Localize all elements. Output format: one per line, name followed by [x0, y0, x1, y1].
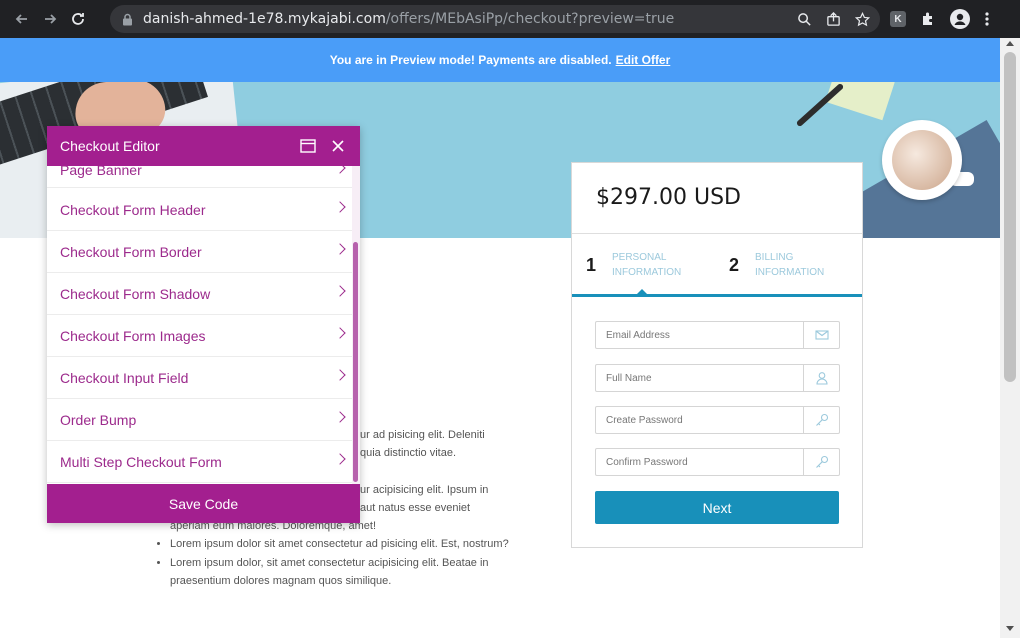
- step-label: BILLING INFORMATION: [755, 252, 825, 278]
- key-icon: [803, 449, 839, 475]
- editor-item-order-bump[interactable]: Order Bump: [47, 399, 352, 441]
- chevron-right-icon: [334, 327, 346, 339]
- browser-menu-icon[interactable]: [984, 11, 990, 27]
- step-number: 2: [729, 254, 740, 275]
- lock-icon: [123, 13, 132, 25]
- checkout-form: $297.00 USD 1 PERSONAL INFORMATION 2 BILL…: [571, 162, 863, 548]
- share-icon[interactable]: [826, 11, 841, 27]
- editor-item-label: Checkout Form Border: [60, 243, 202, 260]
- chevron-right-icon: [334, 411, 346, 423]
- confirm-password-input[interactable]: [596, 449, 803, 475]
- editor-item-label: Checkout Input Field: [60, 369, 189, 386]
- list-item: Lorem ipsum dolor, sit amet consectetur …: [170, 554, 510, 590]
- editor-scrollbar[interactable]: [352, 166, 360, 484]
- envelope-icon: [803, 322, 839, 348]
- editor-item-label: Checkout Form Images: [60, 327, 206, 344]
- create-password-field[interactable]: [595, 406, 840, 434]
- page-scrollbar[interactable]: [1000, 38, 1020, 638]
- step-number: 1: [586, 254, 597, 275]
- edit-offer-link[interactable]: Edit Offer: [616, 53, 671, 67]
- chevron-right-icon: [334, 453, 346, 465]
- email-input[interactable]: [596, 322, 803, 348]
- editor-item-label: Page Banner: [60, 166, 142, 178]
- url-text: danish-ahmed-1e78.mykajabi.com/offers/ME…: [143, 11, 674, 27]
- editor-item-label: Checkout Form Header: [60, 201, 206, 218]
- chevron-right-icon: [334, 369, 346, 381]
- save-code-button[interactable]: Save Code: [47, 484, 360, 523]
- chevron-right-icon: [334, 243, 346, 255]
- editor-item-checkout-form-header[interactable]: Checkout Form Header: [47, 189, 352, 231]
- profile-avatar-icon[interactable]: [950, 9, 970, 29]
- forward-icon[interactable]: [36, 5, 64, 33]
- editor-scrollbar-thumb[interactable]: [353, 242, 358, 482]
- scroll-down-icon[interactable]: [1006, 626, 1014, 631]
- full-name-field[interactable]: [595, 364, 840, 392]
- active-step-indicator: [636, 289, 648, 295]
- bullet-list: Lorem ipsum dolor sit amet consectetur a…: [150, 535, 510, 590]
- list-item: Lorem ipsum dolor sit amet consectetur a…: [170, 535, 510, 553]
- step-billing-information[interactable]: 2 BILLING INFORMATION: [729, 250, 824, 280]
- editor-item-label: Multi Step Checkout Form: [60, 453, 222, 470]
- address-bar[interactable]: danish-ahmed-1e78.mykajabi.com/offers/ME…: [110, 5, 880, 33]
- extension-k-icon[interactable]: K: [890, 11, 906, 27]
- back-icon[interactable]: [8, 5, 36, 33]
- preview-message: You are in Preview mode! Payments are di…: [329, 53, 612, 67]
- editor-item-page-banner[interactable]: Page Banner: [47, 166, 352, 188]
- chevron-right-icon: [334, 166, 346, 174]
- next-button[interactable]: Next: [595, 491, 839, 524]
- window-icon[interactable]: [300, 138, 316, 154]
- close-icon[interactable]: [330, 138, 346, 154]
- full-name-input[interactable]: [596, 365, 803, 391]
- editor-item-checkout-form-border[interactable]: Checkout Form Border: [47, 231, 352, 273]
- url-host: danish-ahmed-1e78.mykajabi.com: [143, 11, 386, 27]
- editor-item-label: Order Bump: [60, 411, 137, 428]
- key-icon: [803, 407, 839, 433]
- coffee-cup-image: [882, 120, 962, 200]
- chevron-right-icon: [334, 201, 346, 213]
- url-path: /offers/MEbAsiPp/checkout?preview=true: [385, 11, 675, 27]
- editor-title: Checkout Editor: [60, 138, 160, 154]
- confirm-password-field[interactable]: [595, 448, 840, 476]
- checkout-editor-panel: Checkout Editor Page Banner Checkout For…: [47, 126, 360, 523]
- browser-toolbar: danish-ahmed-1e78.mykajabi.com/offers/ME…: [0, 0, 1020, 38]
- editor-menu[interactable]: Page Banner Checkout Form Header Checkou…: [47, 166, 352, 484]
- editor-item-checkout-form-shadow[interactable]: Checkout Form Shadow: [47, 273, 352, 315]
- reload-icon[interactable]: [64, 5, 92, 33]
- user-icon: [803, 365, 839, 391]
- editor-item-multi-step-checkout-form[interactable]: Multi Step Checkout Form: [47, 441, 352, 483]
- checkout-steps: 1 PERSONAL INFORMATION 2 BILLING INFORMATI…: [572, 233, 862, 297]
- editor-item-checkout-form-images[interactable]: Checkout Form Images: [47, 315, 352, 357]
- zoom-icon[interactable]: [797, 12, 812, 27]
- editor-item-label: Checkout Form Shadow: [60, 285, 211, 302]
- step-label: PERSONAL INFORMATION: [612, 252, 682, 278]
- step-personal-information[interactable]: 1 PERSONAL INFORMATION: [586, 250, 681, 280]
- scrollbar-thumb[interactable]: [1004, 52, 1016, 382]
- bookmark-star-icon[interactable]: [855, 11, 870, 27]
- extensions-puzzle-icon[interactable]: [920, 11, 936, 27]
- email-field[interactable]: [595, 321, 840, 349]
- create-password-input[interactable]: [596, 407, 803, 433]
- editor-header: Checkout Editor: [47, 126, 360, 166]
- editor-item-checkout-input-field[interactable]: Checkout Input Field: [47, 357, 352, 399]
- preview-banner: You are in Preview mode! Payments are di…: [0, 38, 1000, 82]
- price-label: $297.00 USD: [596, 185, 741, 210]
- chevron-right-icon: [334, 285, 346, 297]
- scroll-up-icon[interactable]: [1006, 41, 1014, 46]
